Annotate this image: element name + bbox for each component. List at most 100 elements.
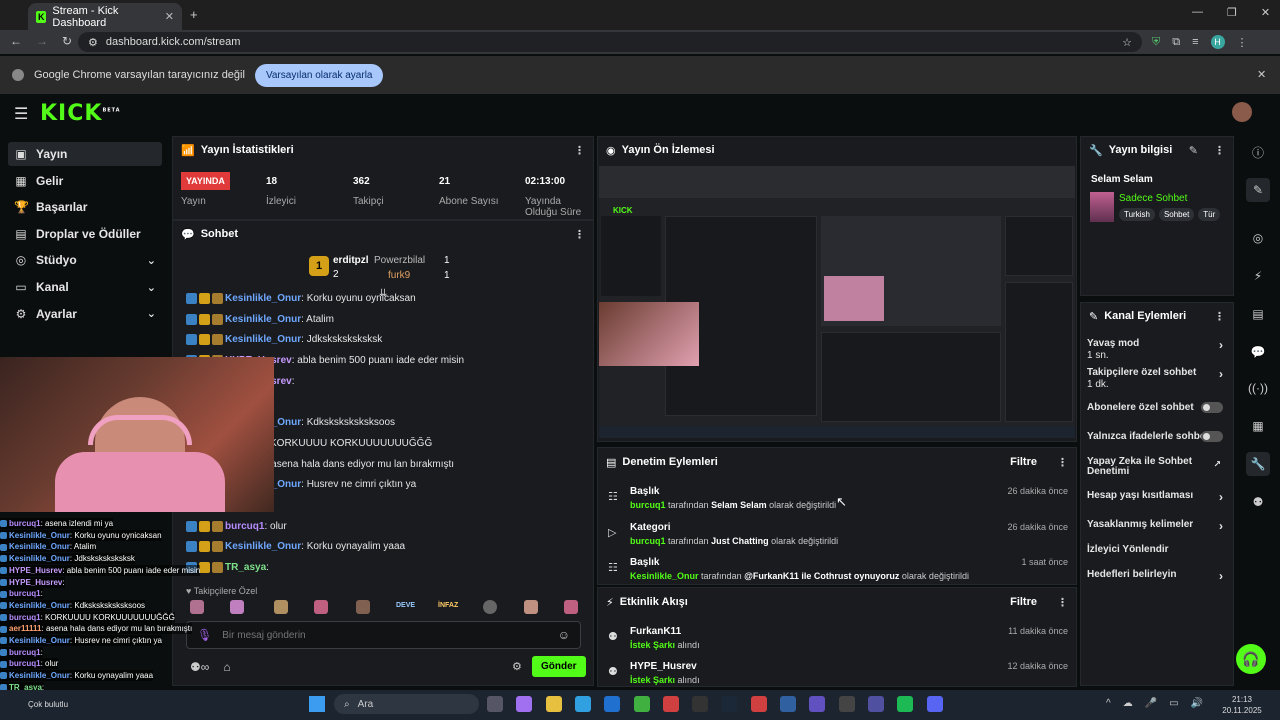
emote-5[interactable] bbox=[356, 600, 370, 614]
sidebar-item-0[interactable]: ▣ Yayın bbox=[8, 142, 162, 166]
moderation-user[interactable]: burcuq1 bbox=[630, 500, 666, 510]
moderation-user[interactable]: burcuq1 bbox=[630, 536, 666, 546]
preview-rail-icon[interactable]: ◎ bbox=[1246, 226, 1270, 250]
moderation-user[interactable]: Kesinlikle_Onur bbox=[630, 571, 699, 581]
app2-icon[interactable] bbox=[867, 696, 884, 712]
activity-menu-icon[interactable]: ⋮ bbox=[1057, 596, 1068, 609]
tray-volume-icon[interactable]: 🔊 bbox=[1191, 698, 1203, 709]
forward-icon[interactable]: → bbox=[36, 34, 48, 48]
back-icon[interactable]: ← bbox=[10, 34, 22, 48]
chat-username[interactable]: Kesinlikle_Onur bbox=[225, 314, 301, 325]
edit-pencil-icon[interactable]: ✎ bbox=[1189, 144, 1198, 157]
shield-extension-icon[interactable]: ⛨ bbox=[1152, 36, 1160, 49]
tray-cloud-icon[interactable]: ☁ bbox=[1123, 698, 1133, 709]
discord-icon[interactable] bbox=[926, 696, 943, 712]
stream-info-menu-icon[interactable]: ⋮ bbox=[1214, 144, 1225, 157]
channel-action-4[interactable]: Yapay Zeka ile Sohbet Denetimi ↗ bbox=[1087, 457, 1221, 477]
set-default-button[interactable]: Varsayılan olarak ayarla bbox=[254, 63, 384, 87]
address-bar[interactable]: ⚙ dashboard.kick.com/stream ☆ bbox=[78, 32, 1142, 52]
sidebar-item-2[interactable]: 🏆 Başarılar bbox=[8, 195, 162, 219]
tray-chevron-icon[interactable]: ^ bbox=[1106, 698, 1111, 709]
chat-rail-icon[interactable]: 💬 bbox=[1246, 340, 1270, 364]
chat-username[interactable]: Kesinlikle_Onur bbox=[225, 293, 301, 304]
chat-message[interactable]: Kesinlikle_Onur: Jdksksksksksksk bbox=[186, 334, 382, 346]
sidebar-item-1[interactable]: ▦ Gelir bbox=[8, 169, 162, 193]
sidebar-item-5[interactable]: ▭ Kanal ⌄ bbox=[8, 275, 162, 299]
channel-action-3[interactable]: Yalnızca ifadelerle sohbet bbox=[1087, 431, 1227, 442]
emote-heart[interactable] bbox=[190, 600, 204, 614]
extensions-icon[interactable]: ⧉ bbox=[1172, 36, 1180, 49]
toggle-switch[interactable] bbox=[1201, 402, 1223, 413]
channel-action-5[interactable]: Hesap yaşı kısıtlaması › bbox=[1087, 490, 1227, 504]
site-info-icon[interactable]: ⚙ bbox=[88, 36, 98, 49]
epic-icon[interactable] bbox=[692, 696, 709, 712]
emote-deve[interactable]: DEVE bbox=[396, 602, 415, 609]
toggle-switch[interactable] bbox=[1201, 431, 1223, 442]
moderation-rail-icon[interactable]: ▤ bbox=[1246, 302, 1270, 326]
activity-item[interactable]: FurkanK11 İstek Şarkı alındı 11 dakika önc… bbox=[630, 626, 1068, 650]
edit-icon[interactable]: ✎ bbox=[1246, 178, 1270, 202]
user-avatar[interactable] bbox=[1232, 102, 1252, 122]
emote-8[interactable] bbox=[483, 600, 497, 614]
new-tab-icon[interactable]: + bbox=[190, 7, 198, 22]
app-icon[interactable] bbox=[780, 696, 796, 712]
media-icon[interactable] bbox=[809, 696, 826, 712]
sidebar-item-3[interactable]: ▤ Droplar ve Ödüller bbox=[8, 222, 162, 246]
channel-action-8[interactable]: Hedefleri belirleyin › bbox=[1087, 569, 1227, 583]
preview-video[interactable]: KICK bbox=[599, 166, 1075, 438]
chat-message[interactable]: Kesinlikle_Onur: Korku oyunu oynicaksan bbox=[186, 293, 416, 304]
broadcast-rail-icon[interactable]: ((·)) bbox=[1246, 376, 1270, 400]
browser-tab[interactable]: K Stream - Kick Dashboard ✕ bbox=[28, 3, 182, 30]
wrench-rail-icon[interactable]: 🔧 bbox=[1246, 452, 1270, 476]
tray-network-icon[interactable]: ▭ bbox=[1169, 698, 1178, 709]
emote-10[interactable] bbox=[564, 600, 578, 614]
chat-username[interactable]: TR_asya bbox=[225, 562, 266, 573]
chat-username[interactable]: Kesinlikle_Onur bbox=[225, 335, 301, 346]
maximize-icon[interactable]: ❐ bbox=[1227, 6, 1237, 19]
channel-action-0[interactable]: Yavaş mod 1 sn. › bbox=[1087, 338, 1227, 361]
minimize-icon[interactable]: — bbox=[1192, 6, 1203, 19]
spotify-icon[interactable] bbox=[897, 696, 914, 712]
bookmark-star-icon[interactable]: ☆ bbox=[1122, 36, 1132, 49]
profile-avatar[interactable]: H bbox=[1210, 35, 1225, 49]
browser-menu-icon[interactable]: ⋮ bbox=[1237, 36, 1248, 49]
chat-message-input[interactable] bbox=[222, 629, 548, 641]
channel-action-2[interactable]: Abonelere özel sohbet bbox=[1087, 402, 1227, 413]
emoji-icon[interactable]: ☺ bbox=[558, 628, 570, 642]
chat-settings-gear-icon[interactable]: ⚙ bbox=[512, 660, 522, 673]
emote-2[interactable] bbox=[230, 600, 244, 614]
windows-start-icon[interactable] bbox=[309, 696, 325, 712]
chat-message[interactable]: Kesinlikle_Onur: Atalim bbox=[186, 313, 334, 325]
chrome-icon[interactable] bbox=[662, 696, 679, 712]
tag-turkish[interactable]: Turkish bbox=[1119, 208, 1155, 221]
activity-rail-icon[interactable]: ⚡ bbox=[1246, 264, 1270, 288]
steam-icon[interactable] bbox=[721, 696, 738, 712]
gift-sub-icon[interactable]: ⌂ bbox=[223, 660, 230, 674]
infobar-close-icon[interactable]: ✕ bbox=[1257, 68, 1266, 81]
info-icon[interactable]: ⓘ bbox=[1246, 140, 1270, 164]
chat-input-box[interactable]: 🎙 ☺ bbox=[186, 621, 581, 649]
anydesk-icon[interactable] bbox=[750, 696, 767, 712]
tag-tur[interactable]: Tür bbox=[1198, 208, 1221, 221]
stats-menu-icon[interactable]: ⋮ bbox=[574, 144, 585, 157]
chat-message[interactable]: Kesinlikle_Onur: Korku oynayalim yaaa bbox=[186, 541, 405, 553]
task-view-icon[interactable] bbox=[487, 696, 503, 712]
copilot-icon[interactable] bbox=[516, 696, 533, 712]
tag-sohbet[interactable]: Sohbet bbox=[1158, 208, 1195, 221]
xbox-icon[interactable] bbox=[633, 696, 650, 712]
channel-actions-menu-icon[interactable]: ⋮ bbox=[1214, 310, 1225, 323]
chat-message[interactable]: burcuq1: olur bbox=[186, 520, 287, 532]
moderation-item[interactable]: Başlık Kesinlikle_Onur tarafından @Furkan… bbox=[630, 557, 1068, 581]
chat-username[interactable]: burcuq1 bbox=[225, 521, 264, 532]
menu-hamburger-icon[interactable]: ☰ bbox=[14, 104, 28, 124]
channel-action-6[interactable]: Yasaklanmış kelimeler › bbox=[1087, 519, 1227, 533]
edge-icon[interactable] bbox=[574, 696, 591, 712]
media-icon[interactable]: ≡ bbox=[1192, 36, 1198, 48]
outlook-icon[interactable] bbox=[604, 696, 621, 712]
tab-close-icon[interactable]: ✕ bbox=[165, 10, 174, 23]
microphone-icon[interactable]: 🎙 bbox=[197, 628, 212, 642]
points-rail-icon[interactable]: ⚉ bbox=[1246, 490, 1270, 514]
channel-action-1[interactable]: Takipçilere özel sohbet 1 dk. › bbox=[1087, 367, 1227, 390]
activity-user[interactable]: HYPE_Husrev bbox=[630, 661, 1068, 672]
activity-user[interactable]: FurkanK11 bbox=[630, 626, 1068, 637]
